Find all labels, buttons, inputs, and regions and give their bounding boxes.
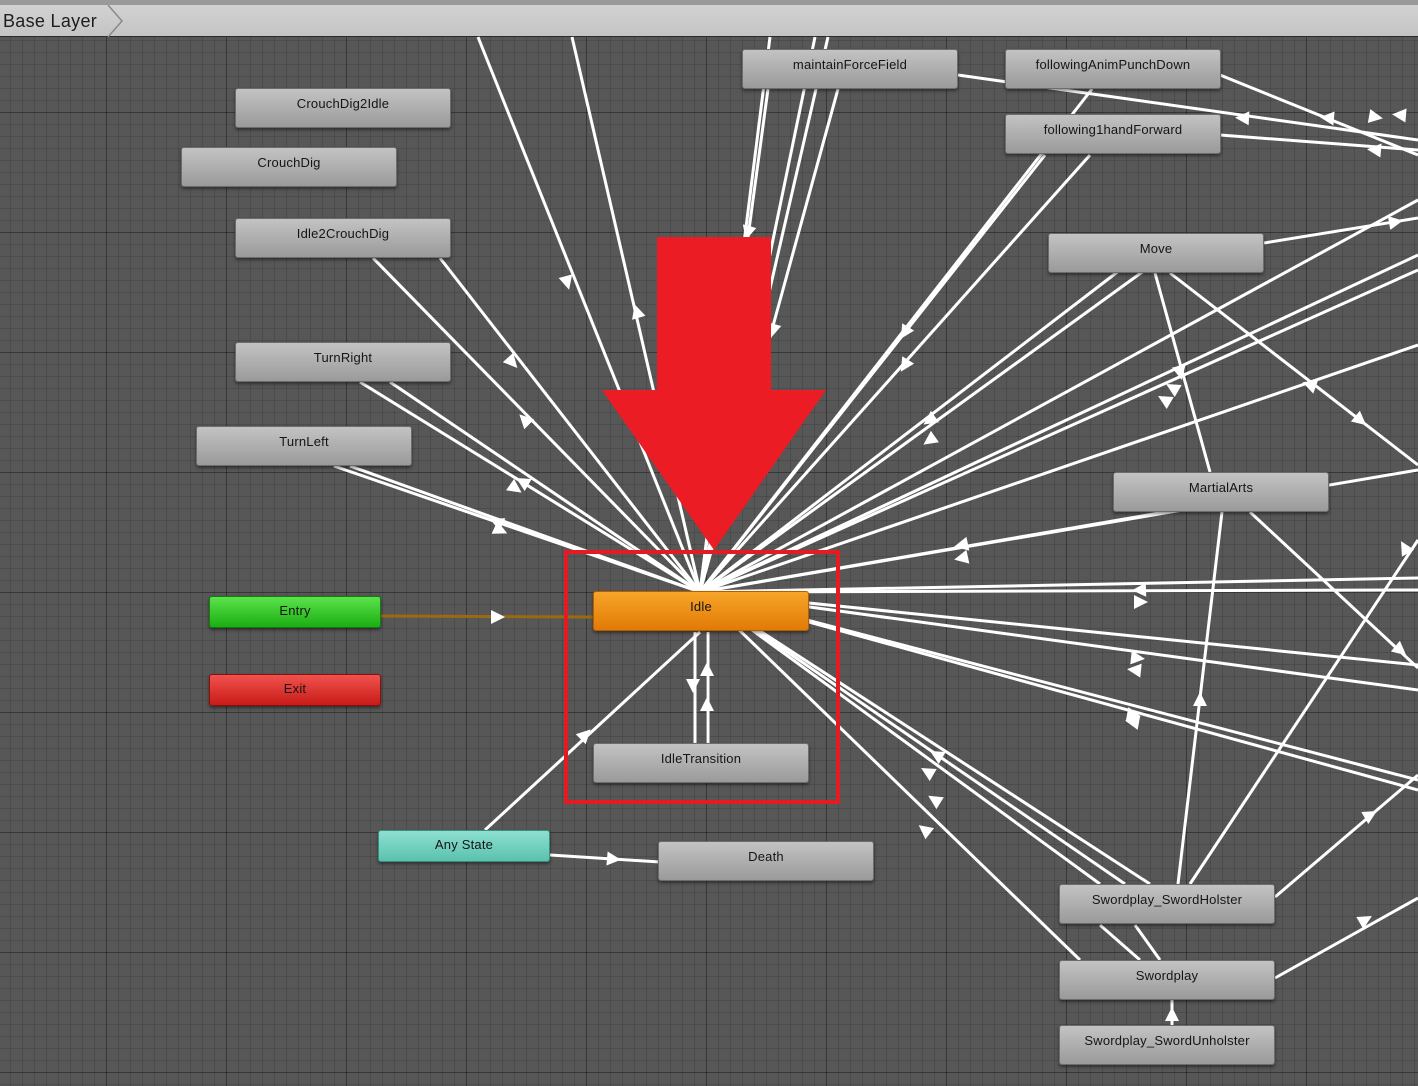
state-any-state[interactable]: Any State [378, 830, 550, 862]
transition-line [1133, 924, 1162, 961]
transition-arrow [918, 825, 935, 840]
state-crouch-dig[interactable]: CrouchDig [181, 147, 397, 187]
transition-arrow [1235, 111, 1250, 126]
state-swordplay[interactable]: Swordplay [1059, 960, 1275, 1000]
state-crouch-dig-2-idle[interactable]: CrouchDig2Idle [235, 88, 451, 128]
transition-arrow [1165, 1007, 1179, 1021]
transition-arrow [923, 430, 939, 445]
transition-arrow [491, 610, 505, 624]
state-maintain-force-field[interactable]: maintainForceField [742, 49, 958, 89]
state-martial-arts[interactable]: MartialArts [1113, 472, 1329, 512]
transition-arrow [1158, 396, 1174, 410]
state-turn-right[interactable]: TurnRight [235, 342, 451, 382]
transition-arrow [1367, 109, 1383, 123]
transition-arrow [502, 352, 518, 368]
state-following-1hand-forward[interactable]: following1handForward [1005, 114, 1221, 154]
state-turn-left[interactable]: TurnLeft [196, 426, 412, 466]
transition-line [1099, 923, 1141, 962]
transition-arrow [928, 795, 944, 810]
transition-arrow [606, 851, 621, 866]
transition-arrow [1127, 663, 1142, 678]
transition-arrow [1392, 108, 1407, 123]
transition-arrow [1134, 595, 1148, 609]
transition-arrow [954, 536, 970, 551]
state-swordplay-sword-holster[interactable]: Swordplay_SwordHolster [1059, 884, 1275, 924]
state-entry[interactable]: Entry [209, 596, 381, 628]
transition-arrow [1367, 143, 1382, 158]
transition-arrow [700, 697, 714, 711]
state-exit[interactable]: Exit [209, 674, 381, 706]
transition-line [1169, 271, 1418, 467]
state-death[interactable]: Death [658, 841, 874, 881]
transition-arrow [575, 729, 591, 745]
red-down-arrow-icon [602, 237, 826, 550]
state-idle-2-crouch-dig[interactable]: Idle2CrouchDig [235, 218, 451, 258]
transition-arrow [1193, 692, 1207, 706]
transition-arrow [1401, 541, 1415, 557]
transition-arrow [700, 662, 714, 676]
state-idle-transition[interactable]: IdleTransition [593, 743, 809, 783]
state-following-anim-punch-down[interactable]: followingAnimPunchDown [1005, 49, 1221, 89]
state-swordplay-sword-unholster[interactable]: Swordplay_SwordUnholster [1059, 1025, 1275, 1065]
state-move[interactable]: Move [1048, 233, 1264, 273]
transition-arrow [954, 549, 970, 564]
entry-transition-line [380, 614, 594, 619]
transition-arrow [1320, 111, 1335, 126]
transition-line [1274, 773, 1418, 899]
transition-arrow [921, 768, 937, 782]
transition-arrow [686, 679, 700, 693]
transition-line [549, 853, 661, 864]
state-idle[interactable]: Idle [593, 591, 809, 631]
transition-line [1274, 896, 1418, 980]
transition-line [483, 630, 702, 832]
